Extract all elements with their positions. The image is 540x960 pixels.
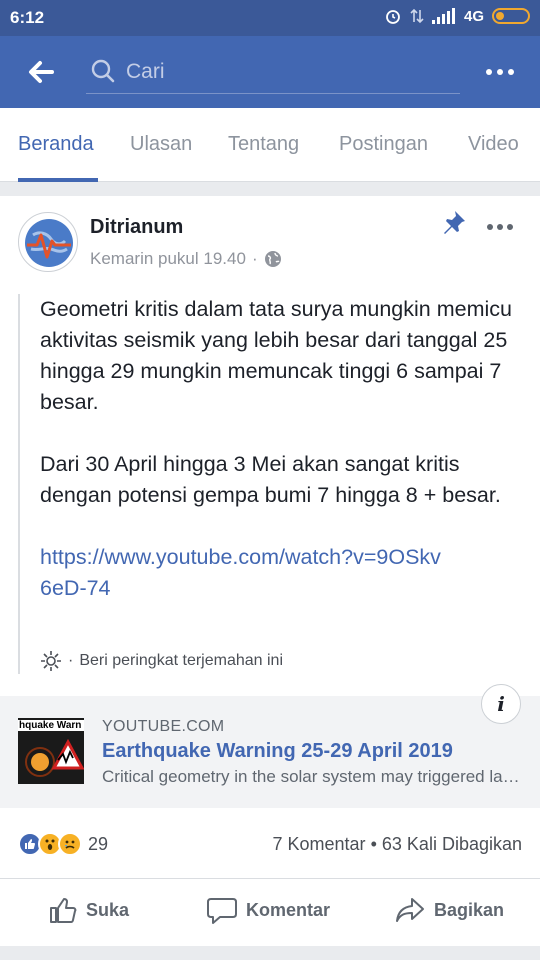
tab-beranda[interactable]: Beranda xyxy=(18,133,94,156)
status-bar: 6:12 4G xyxy=(0,0,540,36)
meta-separator: · xyxy=(251,249,258,268)
avatar[interactable] xyxy=(18,212,78,272)
engagement-summary: 7 Komentar • 63 Kali Dibagikan xyxy=(273,834,523,855)
stats-dot: • xyxy=(370,834,377,854)
back-button[interactable] xyxy=(22,54,62,90)
more-dots-icon xyxy=(487,224,513,230)
tab-tentang[interactable]: Tentang xyxy=(228,133,299,156)
tab-postingan[interactable]: Postingan xyxy=(339,133,428,156)
comment-bubble-icon xyxy=(207,898,237,924)
tab-video[interactable]: Video xyxy=(468,133,519,156)
like-label: Suka xyxy=(86,899,130,920)
sad-reaction-icon xyxy=(58,832,82,856)
post-meta: Kemarin pukul 19.40 · xyxy=(90,249,282,269)
thumbs-up-icon xyxy=(50,898,77,923)
back-arrow-icon xyxy=(29,61,54,83)
signal-icon xyxy=(431,8,455,24)
status-time: 6:12 xyxy=(10,8,45,27)
share-label: Bagikan xyxy=(434,899,505,920)
gear-icon xyxy=(41,651,61,671)
post-timestamp[interactable]: Kemarin pukul 19.40 xyxy=(90,249,246,269)
share-arrow-icon xyxy=(396,898,424,922)
search-placeholder: Cari xyxy=(126,60,165,83)
globe-icon xyxy=(264,251,281,267)
link-domain: YOUTUBE.COM xyxy=(102,718,225,735)
link-description: Critical geometry in the solar system ma… xyxy=(102,767,522,786)
more-dots-icon xyxy=(486,69,514,75)
more-options-button[interactable] xyxy=(482,62,518,82)
search-icon xyxy=(91,59,115,83)
post-card: Ditrianum Kemarin pukul 19.40 · Geometri… xyxy=(0,196,540,946)
rate-translation[interactable]: · Beri peringkat terjemahan ini xyxy=(40,650,283,672)
active-tab-indicator xyxy=(18,178,98,182)
like-button[interactable]: Suka xyxy=(48,895,129,925)
post-stats: 29 7 Komentar • 63 Kali Dibagikan xyxy=(0,822,540,870)
rate-translation-label: Beri peringkat terjemahan ini xyxy=(79,652,283,669)
comment-count[interactable]: 7 Komentar xyxy=(273,834,366,854)
link-title[interactable]: Earthquake Warning 25-29 April 2019 xyxy=(102,740,453,763)
reactions-summary[interactable]: 29 xyxy=(18,832,108,856)
info-button[interactable]: i xyxy=(481,684,521,724)
search-input[interactable]: Cari xyxy=(86,52,460,94)
warning-triangle-icon xyxy=(25,738,84,777)
post-paragraph: Geometri kritis dalam tata surya mungkin… xyxy=(40,297,512,414)
post-body: Geometri kritis dalam tata surya mungkin… xyxy=(18,294,518,674)
page-tabs: Beranda Ulasan Tentang Postingan Video xyxy=(0,108,540,182)
post-actions: Suka Komentar Bagikan xyxy=(0,878,540,938)
comment-button[interactable]: Komentar xyxy=(206,895,330,925)
battery-icon xyxy=(492,8,530,24)
ditrianum-logo-icon xyxy=(25,219,73,267)
reaction-count: 29 xyxy=(88,833,109,854)
data-arrows-icon xyxy=(410,8,424,24)
post-paragraph: Dari 30 April hingga 3 Mei akan sangat k… xyxy=(40,452,501,507)
network-type: 4G xyxy=(463,7,484,25)
alarm-icon xyxy=(386,10,400,24)
post-options-button[interactable] xyxy=(486,220,514,232)
share-button[interactable]: Bagikan xyxy=(394,895,504,925)
comment-label: Komentar xyxy=(246,899,331,920)
status-icons: 4G xyxy=(384,7,530,25)
top-bar: Cari xyxy=(0,36,540,108)
rate-dot: · xyxy=(68,652,74,669)
pin-icon xyxy=(440,208,468,236)
link-preview[interactable]: hquake Warn YOUTUBE.COM Earthquake Warni… xyxy=(0,684,540,808)
share-count[interactable]: 63 Kali Dibagikan xyxy=(382,834,522,854)
link-thumbnail: hquake Warn xyxy=(18,718,84,784)
tab-ulasan[interactable]: Ulasan xyxy=(130,133,192,156)
post-link[interactable]: https://www.youtube.com/watch?v=9OSkv6eD… xyxy=(40,542,450,604)
post-author[interactable]: Ditrianum xyxy=(90,216,183,239)
